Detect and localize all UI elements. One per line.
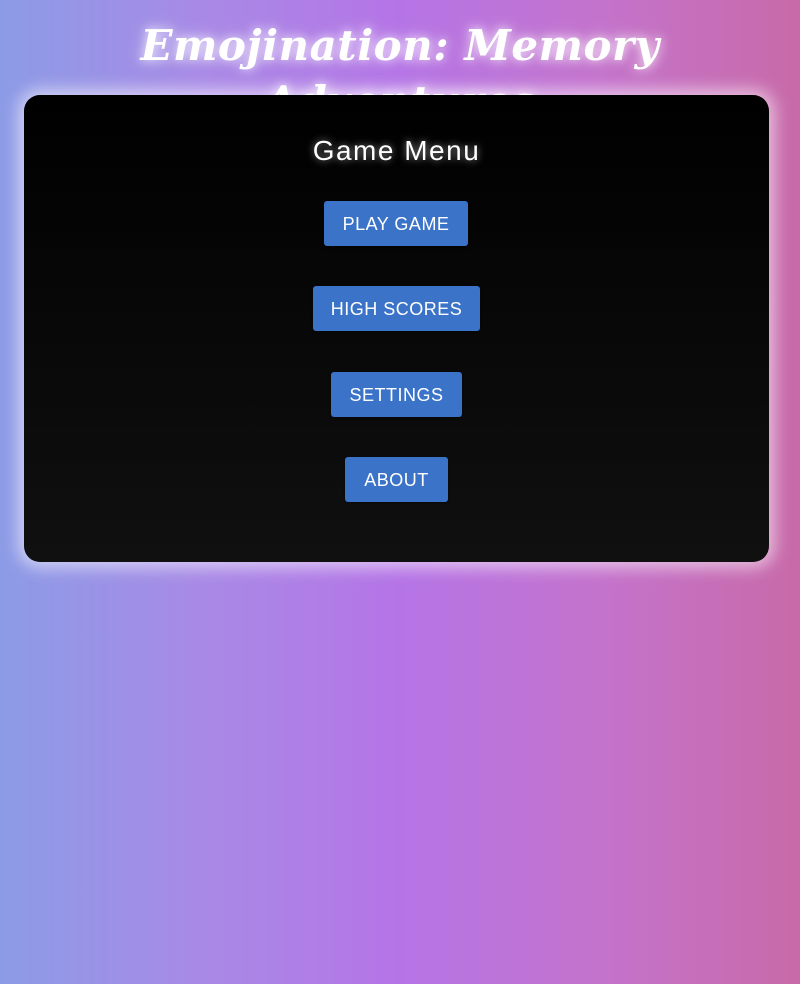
play-game-button[interactable]: PLAY GAME <box>324 201 468 246</box>
settings-button[interactable]: SETTINGS <box>331 372 462 417</box>
high-scores-button[interactable]: HIGH SCORES <box>313 286 480 331</box>
menu-heading: Game Menu <box>312 135 481 166</box>
about-button[interactable]: ABOUT <box>345 457 448 502</box>
game-menu-panel: Game Menu PLAY GAME HIGH SCORES SETTINGS… <box>24 95 769 562</box>
